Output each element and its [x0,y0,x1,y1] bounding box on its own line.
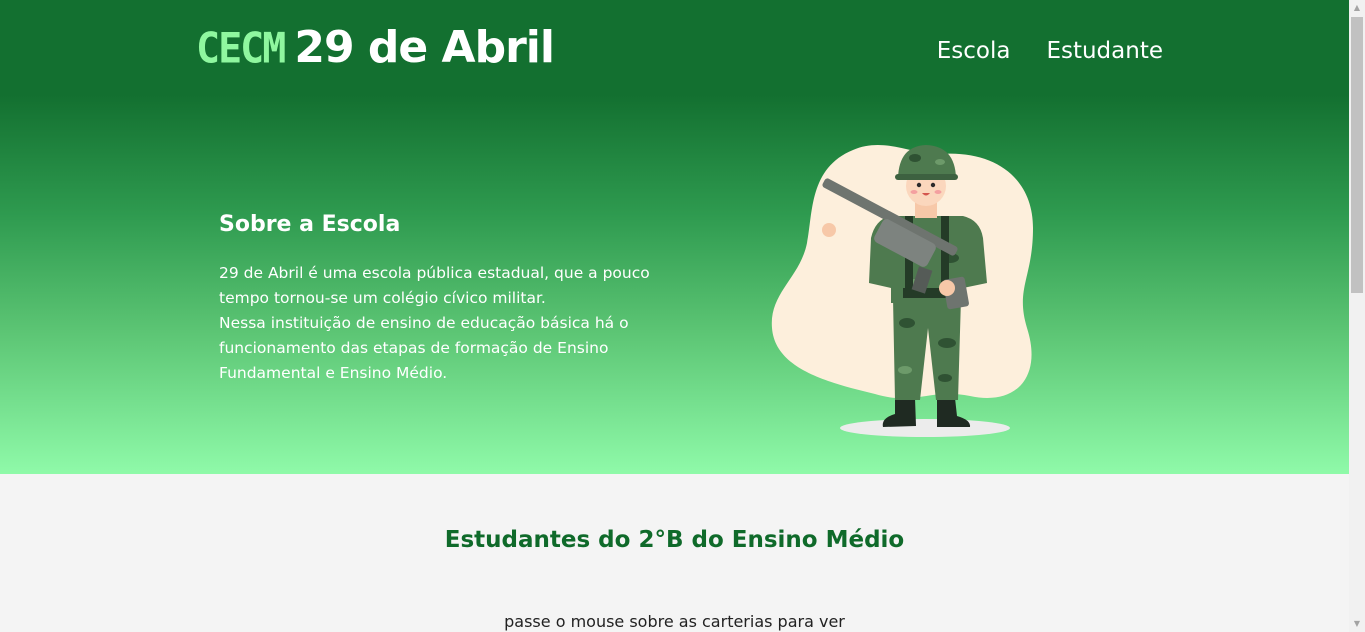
right-hand [939,280,955,296]
soldier-illustration [771,144,1033,437]
right-boot [937,398,971,427]
about-paragraph-2: Nessa instituição de ensino de educação … [219,314,629,382]
left-hand [822,223,836,237]
logo-name: 29 de Abril [294,22,555,73]
logo-prefix: CECM [196,24,286,74]
scroll-down-arrow-icon[interactable]: ▼ [1349,616,1365,632]
about-title: Sobre a Escola [219,212,401,237]
left-boot [882,398,916,427]
nav-link-estudante[interactable]: Estudante [1046,38,1163,64]
page-scrollbar[interactable]: ▲ ▼ [1349,0,1365,632]
about-paragraph-1: 29 de Abril é uma escola pública estadua… [219,264,650,307]
nav-link-escola[interactable]: Escola [937,38,1011,64]
site-logo[interactable]: CECM 29 de Abril [196,22,555,82]
ground-shadow [840,419,1010,437]
hover-hint-text: passe o mouse sobre as carterias para ve… [504,612,845,631]
about-section: Sobre a Escola 29 de Abril é uma escola … [219,212,689,386]
main-nav: Escola Estudante [937,38,1163,64]
hero-section: CECM 29 de Abril Escola Estudante Sobre … [0,0,1349,474]
scrollbar-thumb[interactable] [1351,17,1363,293]
scroll-up-arrow-icon[interactable]: ▲ [1349,0,1365,16]
students-section-title: Estudantes do 2°B do Ensino Médio [444,527,905,553]
